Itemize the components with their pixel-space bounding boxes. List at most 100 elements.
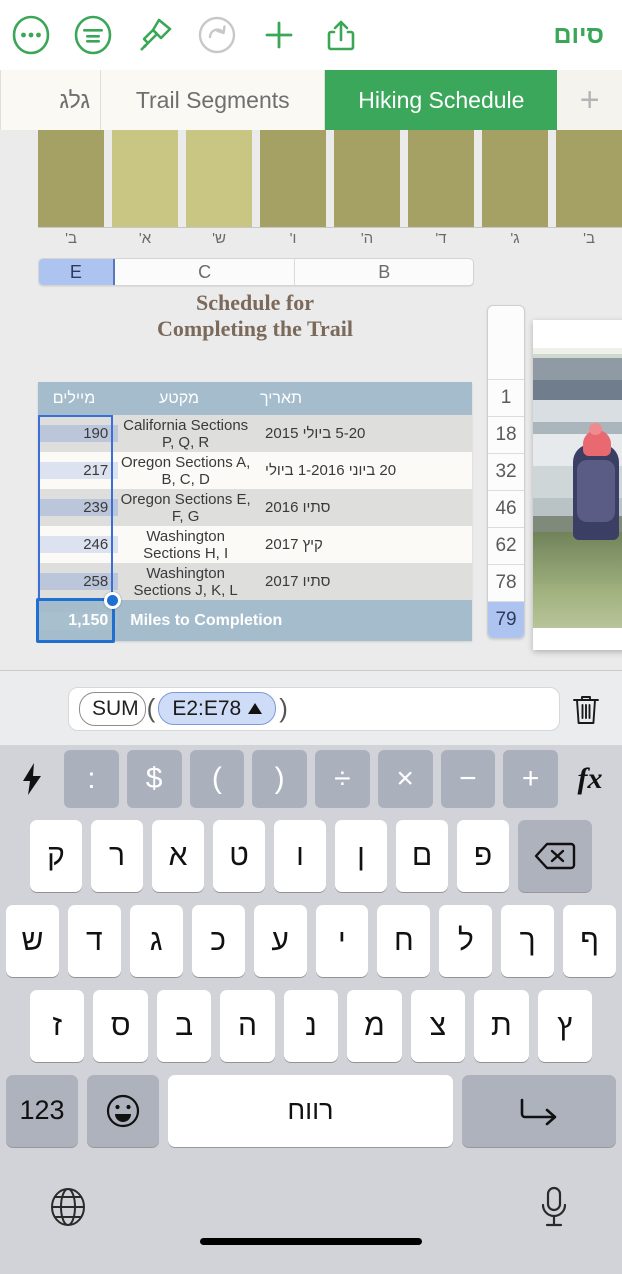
key-tsadi[interactable]: צ [410,989,466,1062]
shortcut-bolt-icon[interactable] [8,751,56,807]
emoji-icon[interactable] [87,1074,159,1147]
key-ayin[interactable]: ע [253,904,307,977]
key-nun[interactable]: נ [283,989,339,1062]
bar-chart[interactable]: ב' ג' ד' ה' ו' ש' א' ב' [0,130,622,247]
cell-date[interactable]: 5-20 ביולי 2015 [253,425,472,442]
chart-bar [556,130,622,227]
cell-segment[interactable]: Washington Sections J, K, L [118,565,253,599]
key-he[interactable]: ה [220,989,275,1062]
key-samekh[interactable]: ס [93,989,148,1062]
key-multiply[interactable]: × [377,750,433,808]
row-number[interactable]: 78 [488,565,524,602]
key-open-paren[interactable]: ( [189,750,245,808]
keyboard-symbol-row: : $ ( ) ÷ × − + fx [0,745,622,813]
key-final-pe[interactable]: ף [563,904,617,977]
table-row[interactable]: 20 ביוני 1-2016 ביולי Oregon Sections A,… [38,452,472,489]
sheet-tab-trail-segments[interactable]: Trail Segments [100,70,325,130]
key-alef[interactable]: א [152,819,204,892]
cell-segment[interactable]: Washington Sections H, I [118,528,253,562]
numbers-key[interactable]: 123 [6,1074,78,1147]
column-header-bar: E C B [38,258,474,286]
formula-input[interactable]: SUM ( E2:E78 ) [68,686,560,731]
cell-date[interactable]: 20 ביוני 1-2016 ביולי [253,462,472,479]
key-zayin[interactable]: ז [30,989,85,1062]
insert-icon[interactable] [248,4,310,66]
key-het[interactable]: ח [377,904,431,977]
function-fx-icon[interactable]: fx [566,751,614,807]
cell-miles[interactable]: 246 [38,536,119,553]
cell-segment[interactable]: Oregon Sections E, F, G [118,491,253,525]
key-gimel[interactable]: ג [129,904,183,977]
formula-function-token[interactable]: SUM [79,691,146,726]
trash-icon[interactable] [566,690,606,730]
sheet-tab-hiking-schedule[interactable]: Hiking Schedule [324,70,558,130]
cell-date[interactable]: קיץ 2017 [253,536,472,553]
return-icon[interactable] [462,1074,616,1147]
globe-icon[interactable] [40,1179,96,1235]
key-divide[interactable]: ÷ [315,750,370,808]
column-header-b[interactable]: B [295,259,473,285]
cell-miles[interactable]: 217 [38,462,119,479]
key-bet[interactable]: ב [156,989,212,1062]
done-button[interactable]: סיום [535,21,622,50]
key-tet[interactable]: ט [213,819,265,892]
key-dollar[interactable]: $ [126,750,182,808]
share-icon[interactable] [310,4,372,66]
key-colon[interactable]: : [64,750,119,808]
sheet-tab-other[interactable]: גלג [0,70,101,130]
redo-icon[interactable] [186,4,248,66]
floating-photo[interactable] [533,320,622,650]
formula-range-token[interactable]: E2:E78 [158,692,277,725]
key-mem[interactable]: מ [347,989,402,1062]
chart-plot-area [38,130,622,227]
key-plus[interactable]: + [503,750,558,808]
key-lamed[interactable]: ל [439,904,493,977]
cell-segment[interactable]: Oregon Sections A, B, C, D [118,454,253,488]
table-row[interactable]: סתיו 2016 Oregon Sections E, F, G 239 [38,489,472,526]
column-header-e[interactable]: E [39,259,115,285]
row-number[interactable]: 32 [488,454,524,491]
add-sheet-button[interactable]: + [557,70,622,130]
cell-date[interactable]: סתיו 2017 [253,573,472,590]
paintbrush-icon[interactable] [124,4,186,66]
row-number[interactable]: 1 [488,380,524,417]
key-close-paren[interactable]: ) [252,750,307,808]
cell-miles[interactable]: 258 [38,573,119,590]
backspace-icon[interactable] [518,819,592,892]
key-final-nun[interactable]: ן [335,819,387,892]
row-number-selected[interactable]: 79 [488,602,524,638]
key-pe[interactable]: פ [457,819,509,892]
active-cell-outline[interactable] [36,598,115,643]
cell-miles[interactable]: 239 [38,499,119,516]
key-resh[interactable]: ר [91,819,143,892]
home-indicator[interactable] [200,1238,422,1245]
key-final-kaf[interactable]: ך [501,904,555,977]
table-row[interactable]: קיץ 2017 Washington Sections H, I 246 [38,526,472,563]
column-header-c[interactable]: C [115,259,296,285]
cell-segment[interactable]: California Sections P, Q, R [118,417,253,451]
key-final-mem[interactable]: ם [396,819,448,892]
key-vav[interactable]: ו [274,819,326,892]
row-number[interactable]: 18 [488,417,524,454]
key-yod[interactable]: י [315,904,369,977]
key-shin[interactable]: ש [5,904,59,977]
space-key[interactable]: רווח [168,1074,453,1147]
key-minus[interactable]: − [440,750,496,808]
microphone-icon[interactable] [526,1179,582,1235]
cell-date[interactable]: סתיו 2016 [253,499,472,516]
chevron-up-icon[interactable] [248,703,263,714]
key-kaf[interactable]: כ [191,904,245,977]
selection-handle[interactable] [104,592,121,609]
chart-bar [186,130,252,227]
row-number[interactable]: 62 [488,528,524,565]
key-qof[interactable]: ק [30,819,82,892]
table-row[interactable]: 5-20 ביולי 2015 California Sections P, Q… [38,415,472,452]
row-number[interactable]: 46 [488,491,524,528]
key-dalet[interactable]: ד [67,904,121,977]
key-final-tsadi[interactable]: ץ [537,989,592,1062]
cell-miles[interactable]: 190 [38,425,119,442]
format-icon[interactable] [62,4,124,66]
table-row[interactable]: סתיו 2017 Washington Sections J, K, L 25… [38,563,472,600]
more-icon[interactable] [0,4,62,66]
key-tav[interactable]: ת [474,989,529,1062]
